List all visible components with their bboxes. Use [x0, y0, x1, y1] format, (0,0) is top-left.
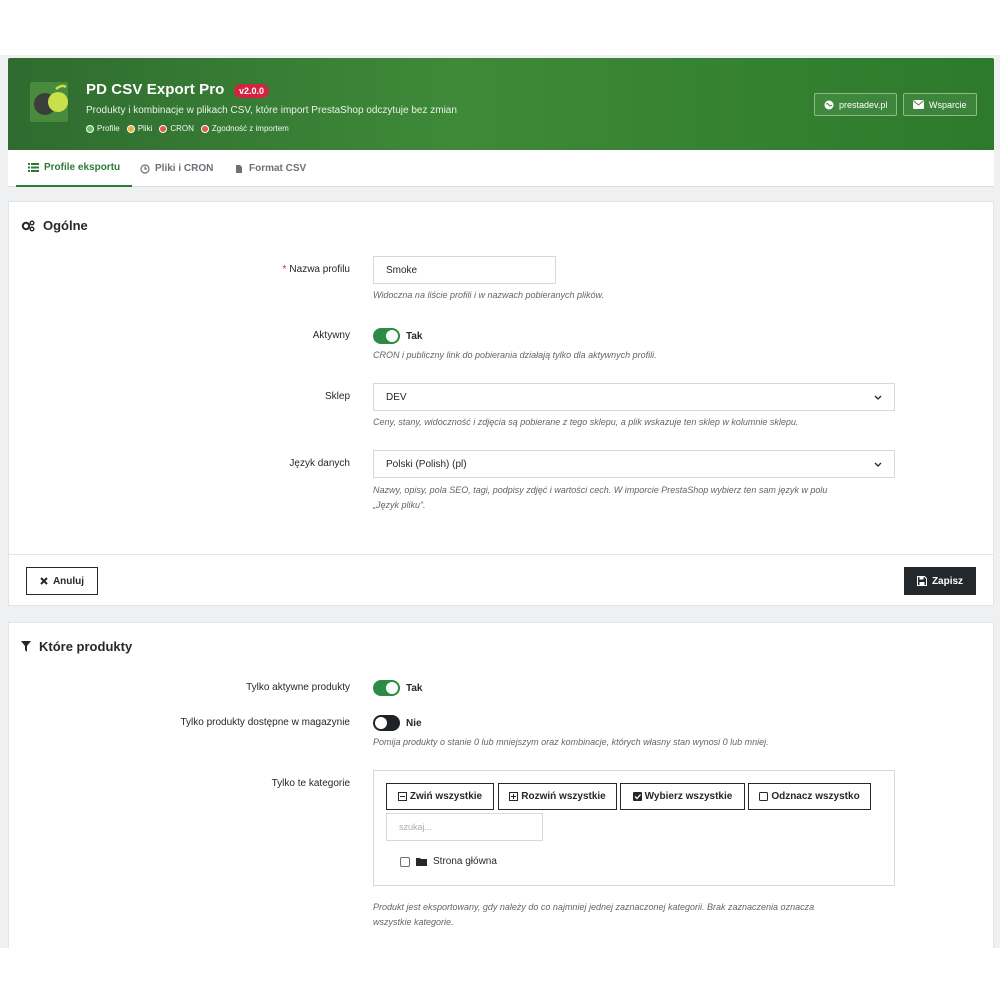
version-badge: v2.0.0	[234, 84, 270, 98]
only-in-stock-state: Nie	[406, 718, 422, 729]
profile-name-input[interactable]: Smoke	[373, 256, 556, 284]
active-state: Tak	[406, 331, 423, 342]
module-header: PD CSV Export Pro v2.0.0 Produkty i komb…	[8, 58, 994, 150]
folder-icon	[416, 858, 427, 866]
status-dot-icon	[126, 124, 135, 133]
plus-square-icon	[509, 792, 519, 801]
deselect-all-button[interactable]: Odznacz wszystko	[748, 783, 871, 810]
tab-profiles[interactable]: Profile eksportu	[16, 150, 133, 187]
only-in-stock-help: Pomija produkty o stanie 0 lub mniejszym…	[373, 737, 769, 747]
products-panel: Które produkty Tylko aktywne produkty Ta…	[8, 622, 994, 948]
shop-label: Sklep	[324, 391, 350, 402]
only-in-stock-label: Tylko produkty dostępne w magazynie	[180, 717, 350, 728]
shop-help: Ceny, stany, widoczność i zdjęcia są pob…	[373, 417, 799, 427]
page: PD CSV Export Pro v2.0.0 Produkty i komb…	[0, 0, 1000, 1000]
language-label: Język danych	[289, 458, 350, 469]
floppy-disk-icon	[916, 576, 927, 586]
chevron-down-icon	[874, 462, 882, 467]
panel-footer: Anuluj Zapisz	[9, 554, 993, 606]
status-dot-icon	[159, 124, 168, 133]
square-icon	[759, 792, 769, 801]
clock-icon	[140, 163, 150, 174]
tab-files-cron[interactable]: Pliki i CRON	[140, 150, 213, 187]
app-title: PD CSV Export Pro	[86, 81, 225, 98]
chevron-down-icon	[874, 395, 882, 400]
categories-help: Produkt jest eksportowany, gdy należy do…	[373, 902, 815, 927]
filter-icon	[21, 641, 31, 652]
globe-icon	[824, 100, 834, 109]
status-chip: CRON	[159, 124, 194, 133]
panel-heading: Które produkty	[21, 639, 132, 654]
language-select[interactable]: Polski (Polish) (pl)	[373, 450, 895, 478]
panel-heading: Ogólne	[21, 218, 88, 233]
active-toggle[interactable]	[373, 328, 400, 344]
root-checkbox[interactable]	[400, 856, 410, 867]
language-help: Nazwy, opisy, pola SEO, tagi, podpisy zd…	[373, 485, 828, 510]
select-all-button[interactable]: Wybierz wszystkie	[620, 783, 745, 810]
profile-name-help: Widoczna na liście profili i w nazwach p…	[373, 290, 605, 300]
only-active-state: Tak	[406, 683, 423, 694]
general-panel: Ogólne * Nazwa profilu Smoke Widoczna na …	[8, 201, 994, 606]
module-logo-icon	[30, 82, 68, 122]
category-search-input[interactable]: szukaj...	[386, 813, 543, 841]
list-icon	[28, 163, 39, 172]
status-dot-icon	[200, 124, 209, 133]
status-chip: Zgodność z importem	[200, 124, 289, 133]
envelope-icon	[913, 100, 924, 109]
status-dot-icon	[86, 124, 94, 133]
cogs-icon	[21, 220, 35, 231]
cancel-button[interactable]: Anuluj	[26, 567, 98, 595]
categories-label: Tylko te kategorie	[271, 778, 350, 789]
only-in-stock-toggle[interactable]	[373, 715, 400, 731]
tab-bar: Profile eksportu Pliki i CRON Format CSV	[8, 150, 994, 187]
close-icon	[40, 577, 48, 585]
status-chip: Profile	[86, 124, 120, 133]
tree-node-root[interactable]: Strona główna	[400, 856, 497, 867]
status-chip: Pliki	[126, 124, 152, 133]
workspace: PD CSV Export Pro v2.0.0 Produkty i komb…	[0, 55, 1000, 948]
website-button[interactable]: prestadev.pl	[814, 93, 898, 116]
active-label: Aktywny	[312, 330, 350, 341]
only-active-toggle[interactable]	[373, 680, 400, 696]
only-active-label: Tylko aktywne produkty	[246, 682, 350, 693]
category-tree: Zwiń wszystkie Rozwiń wszystkie Wybierz …	[373, 770, 895, 886]
check-square-icon	[632, 792, 642, 801]
expand-all-button[interactable]: Rozwiń wszystkie	[498, 783, 617, 810]
status-chips: Profile Pliki CRON Zgodność z importem	[86, 124, 289, 133]
support-button[interactable]: Wsparcie	[903, 93, 977, 116]
collapse-all-button[interactable]: Zwiń wszystkie	[386, 783, 494, 810]
active-help: CRON i publiczny link do pobierania dzia…	[373, 350, 657, 360]
profile-name-label: * Nazwa profilu	[282, 264, 351, 275]
file-icon	[236, 164, 242, 173]
minus-square-icon	[397, 792, 407, 801]
tab-csv-format[interactable]: Format CSV	[234, 150, 306, 187]
shop-select[interactable]: DEV	[373, 383, 895, 411]
app-subtitle: Produkty i kombinacje w plikach CSV, któ…	[86, 105, 457, 116]
save-button[interactable]: Zapisz	[904, 567, 976, 595]
